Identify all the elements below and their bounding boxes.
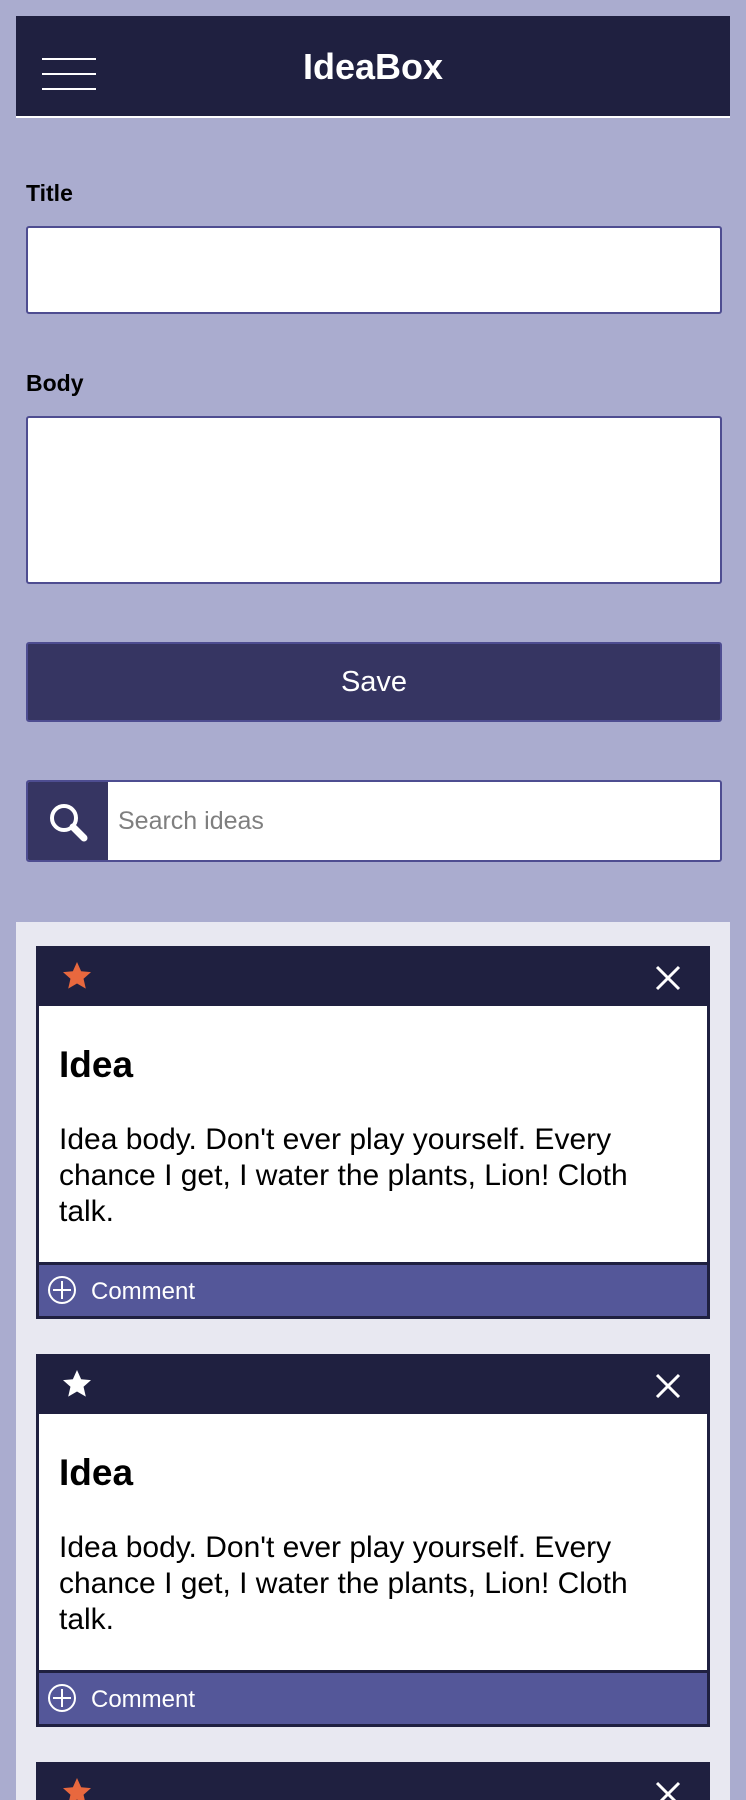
comment-label: Comment xyxy=(91,1686,196,1713)
app-header: IdeaBox xyxy=(16,16,730,118)
idea-body: Idea body. Don't ever play yourself. Eve… xyxy=(59,1123,628,1228)
star-icon[interactable] xyxy=(61,1368,93,1400)
idea-card-content: Idea Idea body. Don't ever play yourself… xyxy=(39,1006,707,1262)
idea-card: Idea Idea body. Don't ever play yourself… xyxy=(36,946,710,1319)
search-input[interactable] xyxy=(108,782,720,860)
title-label: Title xyxy=(26,180,73,206)
ideas-list: Idea Idea body. Don't ever play yourself… xyxy=(16,922,730,1800)
search-bar xyxy=(26,780,722,862)
star-icon[interactable] xyxy=(61,960,93,992)
body-input[interactable] xyxy=(26,416,722,584)
idea-body: Idea body. Don't ever play yourself. Eve… xyxy=(59,1531,628,1636)
close-icon[interactable] xyxy=(655,1781,681,1800)
plus-circle-icon xyxy=(48,1684,76,1712)
body-label: Body xyxy=(26,370,84,396)
idea-card: Idea Idea body. Don't ever play yourself… xyxy=(36,1354,710,1727)
app-title: IdeaBox xyxy=(302,46,444,87)
plus-circle-icon xyxy=(48,1276,76,1304)
title-input[interactable] xyxy=(26,226,722,314)
save-button[interactable]: Save xyxy=(26,642,722,722)
idea-card-toolbar xyxy=(39,949,707,1006)
idea-title: Idea xyxy=(59,1452,134,1493)
star-icon[interactable] xyxy=(61,1776,93,1800)
idea-card-content: Idea Idea body. Don't ever play yourself… xyxy=(39,1414,707,1670)
idea-card-toolbar xyxy=(39,1765,707,1800)
search-icon[interactable] xyxy=(28,782,108,860)
idea-card-toolbar xyxy=(39,1357,707,1414)
idea-title: Idea xyxy=(59,1044,134,1085)
comment-label: Comment xyxy=(91,1278,196,1305)
idea-card xyxy=(36,1762,710,1800)
comment-button[interactable]: Comment xyxy=(39,1262,707,1316)
comment-button[interactable]: Comment xyxy=(39,1670,707,1724)
close-icon[interactable] xyxy=(655,1373,681,1399)
close-icon[interactable] xyxy=(655,965,681,991)
